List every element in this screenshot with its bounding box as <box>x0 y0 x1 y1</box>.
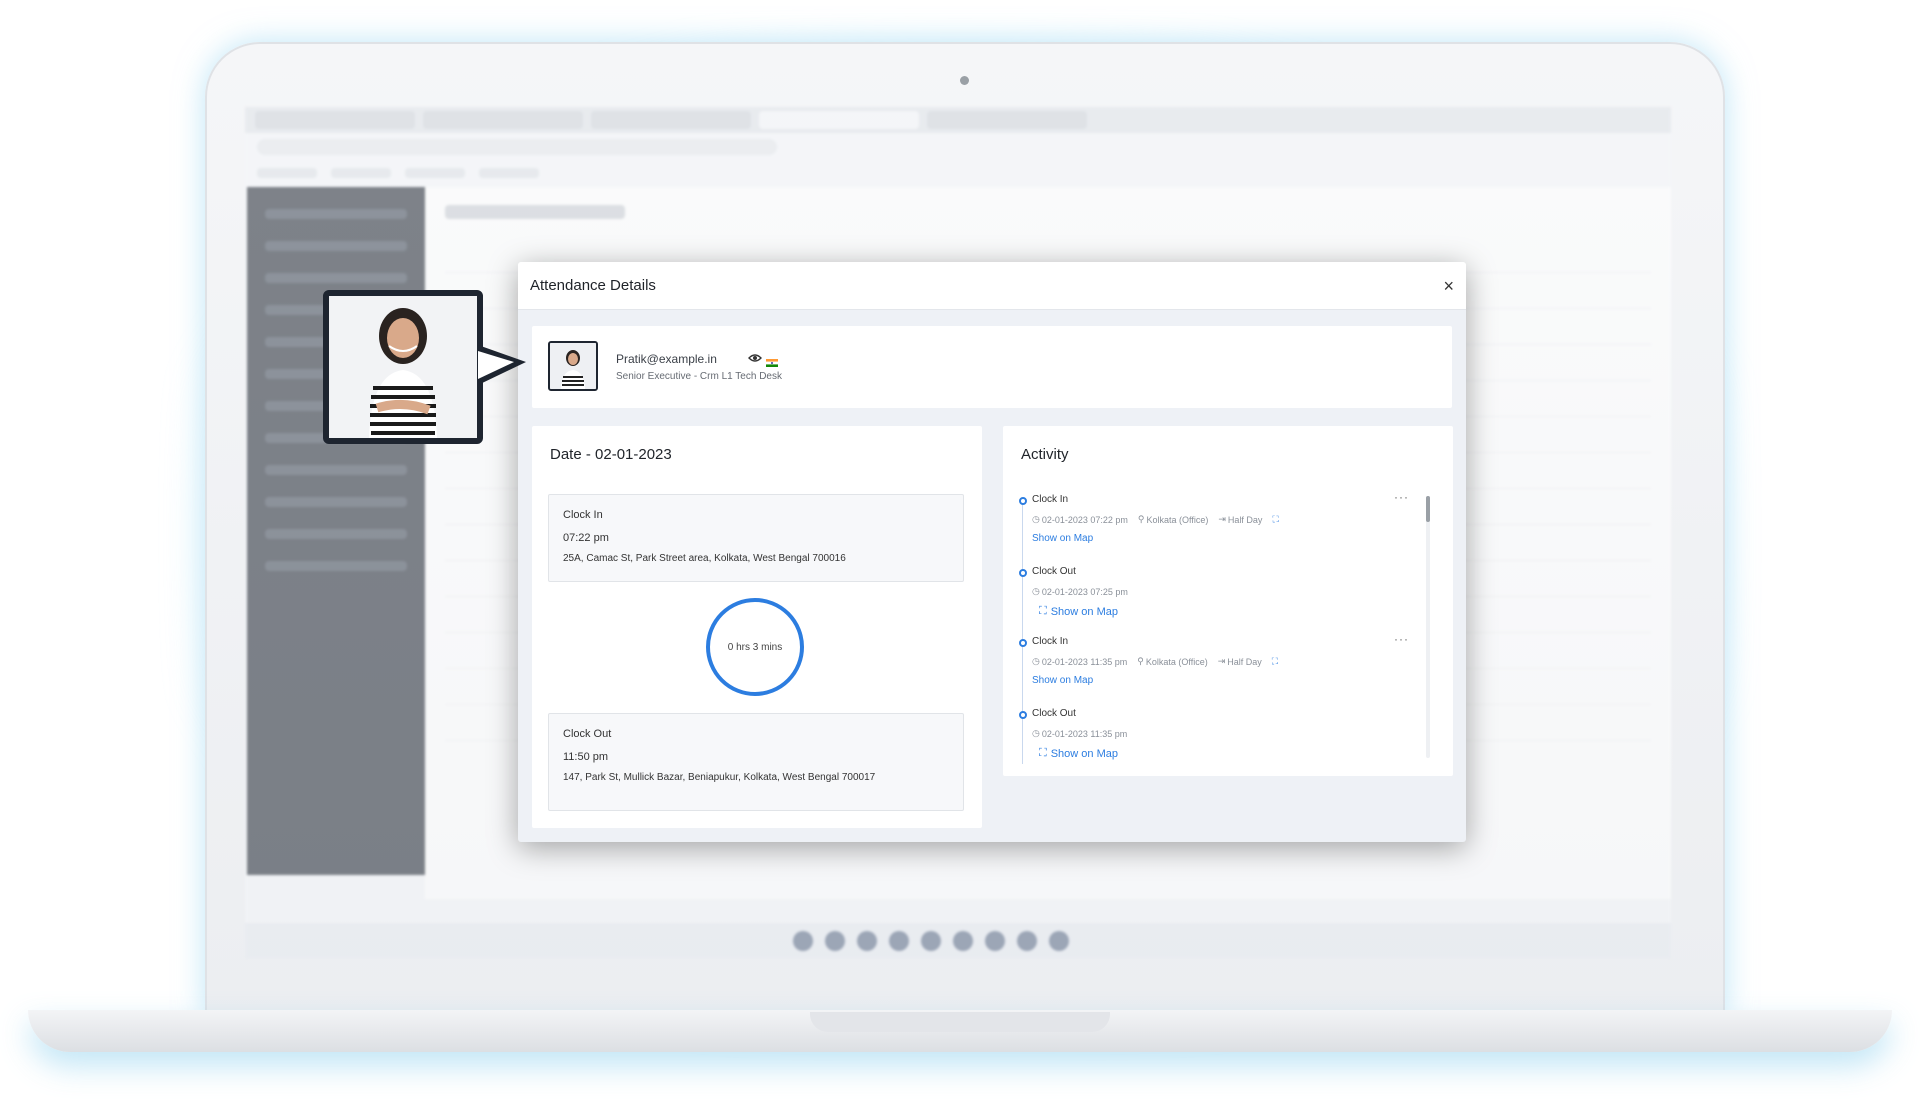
timeline-dot <box>1019 569 1027 577</box>
timeline-line <box>1022 498 1023 764</box>
activity-timeline: Clock In ··· ◷ 02-01-2023 07:22 pm ⚲ Kolka… <box>1019 492 1419 764</box>
attendance-details-modal: Attendance Details × Pratik@example.in S… <box>518 262 1466 842</box>
user-email: Pratik@example.in <box>616 352 717 366</box>
browser-tab <box>423 111 583 129</box>
clock-out-address: 147, Park St, Mullick Bazar, Beniapukur,… <box>563 772 876 783</box>
activity-label: Clock In <box>1032 636 1069 647</box>
status-icon: ⇥ <box>1217 656 1226 666</box>
modal-header: Attendance Details × <box>518 262 1466 310</box>
activity-meta: ◷ 02-01-2023 07:22 pm ⚲ Kolkata (Office) ⇥… <box>1032 514 1279 525</box>
timeline-dot <box>1019 639 1027 647</box>
activity-meta: ◷ 02-01-2023 11:35 pm <box>1032 728 1133 739</box>
clock-icon: ◷ <box>1032 728 1040 738</box>
laptop-notch <box>810 1012 1110 1032</box>
activity-location: Kolkata (Office) <box>1145 656 1208 667</box>
clock-out-label: Clock Out <box>563 728 612 740</box>
map-icon: ⛶ <box>1039 605 1047 617</box>
date-title: Date - 02-01-2023 <box>550 446 672 463</box>
browser-tab <box>255 111 415 129</box>
timeline-dot <box>1019 497 1027 505</box>
activity-scrollbar[interactable] <box>1426 496 1430 758</box>
bookmarks-bar <box>245 161 1671 185</box>
browser-url-bar <box>245 133 1671 161</box>
clock-in-address: 25A, Camac St, Park Street area, Kolkata… <box>563 553 846 564</box>
clock-icon: ◷ <box>1032 514 1040 524</box>
activity-meta: ◷ 02-01-2023 07:25 pm <box>1032 586 1134 597</box>
more-options-icon[interactable]: ··· <box>1394 632 1409 646</box>
activity-scroll-thumb[interactable] <box>1426 496 1430 522</box>
modal-title: Attendance Details <box>530 277 656 294</box>
activity-location: Kolkata (Office) <box>1146 514 1209 525</box>
callout-pointer <box>478 345 526 385</box>
map-icon[interactable]: ⛶ <box>1272 514 1278 525</box>
activity-label: Clock Out <box>1032 566 1076 577</box>
duration-text: 0 hrs 3 mins <box>727 641 783 653</box>
activity-status: Half Day <box>1227 656 1262 667</box>
activity-title: Activity <box>1021 446 1069 463</box>
user-role: Senior Executive - Crm L1 Tech Desk <box>616 371 782 382</box>
show-on-map-link[interactable]: Show on Map <box>1032 533 1093 544</box>
clock-in-label: Clock In <box>563 509 603 521</box>
clock-icon: ◷ <box>1032 586 1040 596</box>
activity-datetime: 02-01-2023 11:35 pm <box>1041 728 1128 739</box>
show-on-map-link[interactable]: ⛶ Show on Map <box>1039 747 1118 760</box>
clock-in-time: 07:22 pm <box>563 532 609 544</box>
avatar-zoom-callout <box>323 290 483 444</box>
map-icon[interactable]: ⛶ <box>1272 656 1278 667</box>
clock-icon: ◷ <box>1032 656 1040 666</box>
app-header <box>425 187 1671 237</box>
taskbar <box>245 923 1671 959</box>
location-pin-icon: ⚲ <box>1137 656 1144 666</box>
activity-datetime: 02-01-2023 07:22 pm <box>1041 514 1128 525</box>
activity-datetime: 02-01-2023 07:25 pm <box>1041 586 1128 597</box>
avatar <box>548 341 598 391</box>
duration-ring: 0 hrs 3 mins <box>706 598 804 696</box>
browser-tab <box>927 111 1087 129</box>
activity-meta: ◷ 02-01-2023 11:35 pm ⚲ Kolkata (Office) ⇥… <box>1032 656 1278 667</box>
portrait-image <box>329 296 477 438</box>
activity-label: Clock In <box>1032 494 1069 505</box>
more-options-icon[interactable]: ··· <box>1394 492 1409 504</box>
user-card: Pratik@example.in Senior Executive - Crm… <box>532 326 1452 408</box>
activity-datetime: 02-01-2023 11:35 pm <box>1041 656 1128 667</box>
browser-tab <box>591 111 751 129</box>
activity-label: Clock Out <box>1032 708 1076 719</box>
date-panel: Date - 02-01-2023 Clock In 07:22 pm 25A,… <box>532 426 982 828</box>
flag-icon <box>766 354 778 367</box>
activity-status: Half Day <box>1227 514 1263 525</box>
browser-tabs <box>245 107 1671 133</box>
browser-tab <box>759 111 919 129</box>
clock-in-card: Clock In 07:22 pm 25A, Camac St, Park St… <box>548 494 964 582</box>
status-icon: ⇥ <box>1218 514 1226 524</box>
map-icon: ⛶ <box>1039 747 1047 759</box>
close-icon[interactable]: × <box>1443 277 1454 295</box>
show-on-map-link[interactable]: ⛶ Show on Map <box>1039 605 1118 618</box>
camera-dot <box>960 76 969 85</box>
timeline-dot <box>1019 711 1027 719</box>
eye-icon[interactable] <box>748 350 762 368</box>
location-pin-icon: ⚲ <box>1137 514 1145 524</box>
activity-panel: Activity Clock In ··· ◷ 02-01-2023 07:22 … <box>1003 426 1453 776</box>
clock-out-card: Clock Out 11:50 pm 147, Park St, Mullick… <box>548 713 964 811</box>
clock-out-time: 11:50 pm <box>563 751 609 763</box>
show-on-map-link[interactable]: Show on Map <box>1032 675 1093 686</box>
